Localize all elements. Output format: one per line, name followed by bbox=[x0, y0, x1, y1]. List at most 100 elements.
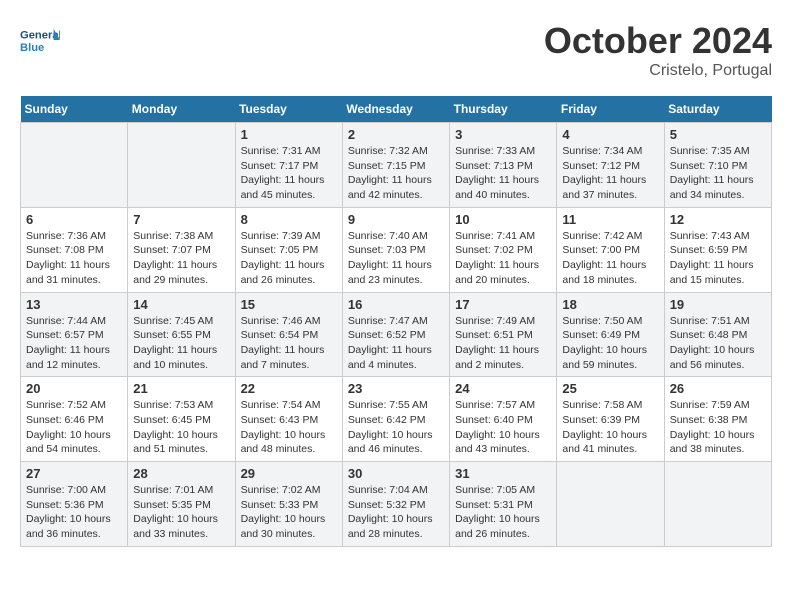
weekday-header-wednesday: Wednesday bbox=[342, 96, 449, 123]
calendar-week-row: 20 Sunrise: 7:52 AMSunset: 6:46 PMDayligh… bbox=[21, 377, 772, 462]
day-info: Sunrise: 7:47 AMSunset: 6:52 PMDaylight:… bbox=[348, 314, 444, 373]
weekday-header-monday: Monday bbox=[128, 96, 235, 123]
page-header: General Blue October 2024 Cristelo, Port… bbox=[20, 20, 772, 80]
calendar-cell: 17 Sunrise: 7:49 AMSunset: 6:51 PMDayligh… bbox=[450, 292, 557, 377]
calendar-week-row: 27 Sunrise: 7:00 AMSunset: 5:36 PMDayligh… bbox=[21, 462, 772, 547]
weekday-header-sunday: Sunday bbox=[21, 96, 128, 123]
day-number: 21 bbox=[133, 381, 229, 396]
calendar-week-row: 1Sunrise: 7:31 AMSunset: 7:17 PMDaylight… bbox=[21, 123, 772, 208]
weekday-header-friday: Friday bbox=[557, 96, 664, 123]
day-number: 17 bbox=[455, 297, 551, 312]
weekday-header-tuesday: Tuesday bbox=[235, 96, 342, 123]
calendar-cell: 26 Sunrise: 7:59 AMSunset: 6:38 PMDayligh… bbox=[664, 377, 771, 462]
day-info: Sunrise: 7:59 AMSunset: 6:38 PMDaylight:… bbox=[670, 398, 766, 457]
day-number: 27 bbox=[26, 466, 122, 481]
day-info: Sunrise: 7:02 AMSunset: 5:33 PMDaylight:… bbox=[241, 483, 337, 542]
day-info: Sunrise: 7:52 AMSunset: 6:46 PMDaylight:… bbox=[26, 398, 122, 457]
calendar-week-row: 6 Sunrise: 7:36 AMSunset: 7:08 PMDaylight… bbox=[21, 207, 772, 292]
calendar-cell: 31 Sunrise: 7:05 AMSunset: 5:31 PMDayligh… bbox=[450, 462, 557, 547]
calendar-cell: 21 Sunrise: 7:53 AMSunset: 6:45 PMDayligh… bbox=[128, 377, 235, 462]
calendar-cell: 1Sunrise: 7:31 AMSunset: 7:17 PMDaylight… bbox=[235, 123, 342, 208]
calendar-cell: 14Sunrise: 7:45 AMSunset: 6:55 PMDayligh… bbox=[128, 292, 235, 377]
weekday-header-thursday: Thursday bbox=[450, 96, 557, 123]
day-info: Sunrise: 7:46 AMSunset: 6:54 PMDaylight:… bbox=[241, 314, 337, 373]
day-info: Sunrise: 7:42 AMSunset: 7:00 PMDaylight:… bbox=[562, 229, 658, 288]
day-number: 15 bbox=[241, 297, 337, 312]
calendar-cell: 25Sunrise: 7:58 AMSunset: 6:39 PMDayligh… bbox=[557, 377, 664, 462]
day-number: 18 bbox=[562, 297, 658, 312]
calendar-cell: 16 Sunrise: 7:47 AMSunset: 6:52 PMDayligh… bbox=[342, 292, 449, 377]
day-info: Sunrise: 7:43 AMSunset: 6:59 PMDaylight:… bbox=[670, 229, 766, 288]
calendar-cell: 2Sunrise: 7:32 AMSunset: 7:15 PMDaylight… bbox=[342, 123, 449, 208]
day-number: 2 bbox=[348, 127, 444, 142]
day-info: Sunrise: 7:57 AMSunset: 6:40 PMDaylight:… bbox=[455, 398, 551, 457]
calendar-cell: 10 Sunrise: 7:41 AMSunset: 7:02 PMDayligh… bbox=[450, 207, 557, 292]
calendar-cell: 24Sunrise: 7:57 AMSunset: 6:40 PMDayligh… bbox=[450, 377, 557, 462]
calendar-cell: 28Sunrise: 7:01 AMSunset: 5:35 PMDayligh… bbox=[128, 462, 235, 547]
weekday-header-saturday: Saturday bbox=[664, 96, 771, 123]
day-info: Sunrise: 7:49 AMSunset: 6:51 PMDaylight:… bbox=[455, 314, 551, 373]
day-info: Sunrise: 7:31 AMSunset: 7:17 PMDaylight:… bbox=[241, 144, 337, 203]
day-number: 3 bbox=[455, 127, 551, 142]
day-number: 25 bbox=[562, 381, 658, 396]
calendar-cell: 8 Sunrise: 7:39 AMSunset: 7:05 PMDaylight… bbox=[235, 207, 342, 292]
day-info: Sunrise: 7:35 AMSunset: 7:10 PMDaylight:… bbox=[670, 144, 766, 203]
day-number: 5 bbox=[670, 127, 766, 142]
calendar-cell: 18 Sunrise: 7:50 AMSunset: 6:49 PMDayligh… bbox=[557, 292, 664, 377]
calendar-cell: 19 Sunrise: 7:51 AMSunset: 6:48 PMDayligh… bbox=[664, 292, 771, 377]
calendar-table: SundayMondayTuesdayWednesdayThursdayFrid… bbox=[20, 96, 772, 547]
day-number: 28 bbox=[133, 466, 229, 481]
day-number: 30 bbox=[348, 466, 444, 481]
calendar-cell: 4Sunrise: 7:34 AMSunset: 7:12 PMDaylight… bbox=[557, 123, 664, 208]
day-info: Sunrise: 7:05 AMSunset: 5:31 PMDaylight:… bbox=[455, 483, 551, 542]
location-subtitle: Cristelo, Portugal bbox=[544, 62, 772, 80]
day-number: 29 bbox=[241, 466, 337, 481]
title-block: October 2024 Cristelo, Portugal bbox=[544, 20, 772, 80]
day-info: Sunrise: 7:44 AMSunset: 6:57 PMDaylight:… bbox=[26, 314, 122, 373]
day-info: Sunrise: 7:53 AMSunset: 6:45 PMDaylight:… bbox=[133, 398, 229, 457]
calendar-cell: 13 Sunrise: 7:44 AMSunset: 6:57 PMDayligh… bbox=[21, 292, 128, 377]
day-number: 12 bbox=[670, 212, 766, 227]
day-info: Sunrise: 7:45 AMSunset: 6:55 PMDaylight:… bbox=[133, 314, 229, 373]
day-number: 11 bbox=[562, 212, 658, 227]
day-number: 13 bbox=[26, 297, 122, 312]
day-info: Sunrise: 7:00 AMSunset: 5:36 PMDaylight:… bbox=[26, 483, 122, 542]
calendar-cell: 30 Sunrise: 7:04 AMSunset: 5:32 PMDayligh… bbox=[342, 462, 449, 547]
day-info: Sunrise: 7:04 AMSunset: 5:32 PMDaylight:… bbox=[348, 483, 444, 542]
day-info: Sunrise: 7:51 AMSunset: 6:48 PMDaylight:… bbox=[670, 314, 766, 373]
svg-text:Blue: Blue bbox=[20, 42, 44, 54]
day-info: Sunrise: 7:36 AMSunset: 7:08 PMDaylight:… bbox=[26, 229, 122, 288]
day-info: Sunrise: 7:50 AMSunset: 6:49 PMDaylight:… bbox=[562, 314, 658, 373]
day-number: 19 bbox=[670, 297, 766, 312]
day-number: 23 bbox=[348, 381, 444, 396]
day-info: Sunrise: 7:39 AMSunset: 7:05 PMDaylight:… bbox=[241, 229, 337, 288]
day-number: 6 bbox=[26, 212, 122, 227]
day-number: 26 bbox=[670, 381, 766, 396]
calendar-cell: 20 Sunrise: 7:52 AMSunset: 6:46 PMDayligh… bbox=[21, 377, 128, 462]
day-number: 20 bbox=[26, 381, 122, 396]
day-number: 16 bbox=[348, 297, 444, 312]
calendar-cell: 22 Sunrise: 7:54 AMSunset: 6:43 PMDayligh… bbox=[235, 377, 342, 462]
day-info: Sunrise: 7:54 AMSunset: 6:43 PMDaylight:… bbox=[241, 398, 337, 457]
calendar-cell: 5 Sunrise: 7:35 AMSunset: 7:10 PMDaylight… bbox=[664, 123, 771, 208]
calendar-cell: 15 Sunrise: 7:46 AMSunset: 6:54 PMDayligh… bbox=[235, 292, 342, 377]
day-info: Sunrise: 7:38 AMSunset: 7:07 PMDaylight:… bbox=[133, 229, 229, 288]
day-number: 22 bbox=[241, 381, 337, 396]
calendar-cell: 12 Sunrise: 7:43 AMSunset: 6:59 PMDayligh… bbox=[664, 207, 771, 292]
day-number: 4 bbox=[562, 127, 658, 142]
calendar-cell: 23 Sunrise: 7:55 AMSunset: 6:42 PMDayligh… bbox=[342, 377, 449, 462]
day-number: 9 bbox=[348, 212, 444, 227]
logo-icon: General Blue bbox=[20, 20, 60, 60]
day-info: Sunrise: 7:55 AMSunset: 6:42 PMDaylight:… bbox=[348, 398, 444, 457]
calendar-cell bbox=[128, 123, 235, 208]
logo: General Blue bbox=[20, 20, 64, 60]
day-number: 8 bbox=[241, 212, 337, 227]
day-number: 7 bbox=[133, 212, 229, 227]
calendar-cell: 6 Sunrise: 7:36 AMSunset: 7:08 PMDaylight… bbox=[21, 207, 128, 292]
day-number: 10 bbox=[455, 212, 551, 227]
calendar-cell: 7 Sunrise: 7:38 AMSunset: 7:07 PMDaylight… bbox=[128, 207, 235, 292]
calendar-cell: 11 Sunrise: 7:42 AMSunset: 7:00 PMDayligh… bbox=[557, 207, 664, 292]
day-number: 31 bbox=[455, 466, 551, 481]
day-info: Sunrise: 7:41 AMSunset: 7:02 PMDaylight:… bbox=[455, 229, 551, 288]
calendar-cell: 3Sunrise: 7:33 AMSunset: 7:13 PMDaylight… bbox=[450, 123, 557, 208]
